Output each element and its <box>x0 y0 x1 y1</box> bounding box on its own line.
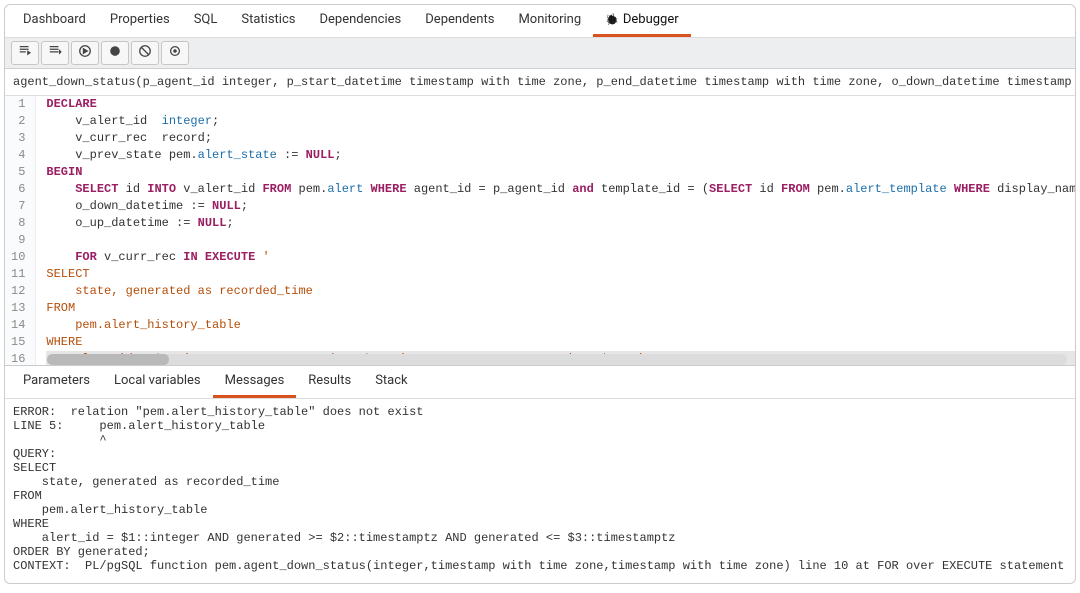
step-into-button[interactable] <box>11 41 39 65</box>
horizontal-scrollbar[interactable] <box>47 354 1067 365</box>
bottom-tab-parameters[interactable]: Parameters <box>11 366 102 398</box>
bottom-tab-stack[interactable]: Stack <box>363 366 419 398</box>
code-line[interactable]: SELECT id INTO v_alert_id FROM pem.alert… <box>46 181 1075 198</box>
line-number[interactable]: 1 <box>11 96 25 113</box>
tab-label: Dependencies <box>319 12 401 27</box>
tab-properties[interactable]: Properties <box>98 5 182 37</box>
clear-breakpoints-button[interactable] <box>131 41 159 65</box>
tab-label: Properties <box>110 12 170 27</box>
tab-dependents[interactable]: Dependents <box>413 5 506 37</box>
line-number[interactable]: 6 <box>11 181 25 198</box>
line-gutter: 12345678910111213141516 <box>5 96 36 365</box>
line-number[interactable]: 7 <box>11 198 25 215</box>
tab-statistics[interactable]: Statistics <box>229 5 307 37</box>
bottom-tab-messages[interactable]: Messages <box>213 366 297 398</box>
step-into-icon <box>18 44 32 62</box>
code-lines: DECLARE v_alert_id integer; v_curr_rec r… <box>36 96 1075 365</box>
line-number[interactable]: 13 <box>11 300 25 317</box>
line-number[interactable]: 10 <box>11 249 25 266</box>
tab-sql[interactable]: SQL <box>182 5 230 37</box>
tab-dashboard[interactable]: Dashboard <box>11 5 98 37</box>
toggle-breakpoint-button[interactable] <box>101 41 129 65</box>
toggle-breakpoint-icon <box>108 44 122 62</box>
debug-toolbar <box>5 38 1075 69</box>
bottom-tab-results[interactable]: Results <box>296 366 363 398</box>
tab-label: Dashboard <box>23 12 86 27</box>
tab-label: Debugger <box>623 12 679 27</box>
line-number[interactable]: 3 <box>11 130 25 147</box>
scrollbar-thumb[interactable] <box>47 354 169 365</box>
code-line[interactable]: DECLARE <box>46 96 1075 113</box>
line-number[interactable]: 11 <box>11 266 25 283</box>
code-line[interactable]: WHERE <box>46 334 1075 351</box>
code-line[interactable]: BEGIN <box>46 164 1075 181</box>
code-line[interactable]: v_curr_rec record; <box>46 130 1075 147</box>
continue-icon <box>78 44 92 62</box>
line-number[interactable]: 5 <box>11 164 25 181</box>
tab-dependencies[interactable]: Dependencies <box>307 5 413 37</box>
tab-label: Monitoring <box>518 12 581 27</box>
stop-icon <box>168 44 182 62</box>
function-signature: agent_down_status(p_agent_id integer, p_… <box>5 69 1075 96</box>
code-line[interactable]: FOR v_curr_rec IN EXECUTE ' <box>46 249 1075 266</box>
line-number[interactable]: 9 <box>11 232 25 249</box>
tab-label: SQL <box>194 12 218 27</box>
tab-label: Statistics <box>241 12 295 27</box>
top-tabs: Dashboard Properties SQL Statistics Dependen… <box>5 5 1075 38</box>
code-line[interactable] <box>46 232 1075 249</box>
tab-label: Dependents <box>425 12 494 27</box>
continue-button[interactable] <box>71 41 99 65</box>
bug-icon: 🐞 <box>605 13 619 26</box>
code-line[interactable]: SELECT <box>46 266 1075 283</box>
bottom-tab-local-variables[interactable]: Local variables <box>102 366 213 398</box>
step-over-icon <box>48 44 62 62</box>
tab-monitoring[interactable]: Monitoring <box>506 5 593 37</box>
line-number[interactable]: 2 <box>11 113 25 130</box>
tab-debugger[interactable]: 🐞 Debugger <box>593 5 691 37</box>
code-line[interactable]: o_up_datetime := NULL; <box>46 215 1075 232</box>
code-line[interactable]: state, generated as recorded_time <box>46 283 1075 300</box>
line-number[interactable]: 15 <box>11 334 25 351</box>
line-number[interactable]: 12 <box>11 283 25 300</box>
messages-panel: ERROR: relation "pem.alert_history_table… <box>5 399 1075 583</box>
code-editor[interactable]: 12345678910111213141516 DECLARE v_alert_… <box>5 96 1075 366</box>
code-line[interactable]: FROM <box>46 300 1075 317</box>
line-number[interactable]: 14 <box>11 317 25 334</box>
code-line[interactable]: v_prev_state pem.alert_state := NULL; <box>46 147 1075 164</box>
line-number[interactable]: 4 <box>11 147 25 164</box>
stop-button[interactable] <box>161 41 189 65</box>
debugger-window: Dashboard Properties SQL Statistics Dependen… <box>4 4 1076 584</box>
clear-breakpoints-icon <box>138 44 152 62</box>
code-line[interactable]: v_alert_id integer; <box>46 113 1075 130</box>
step-over-button[interactable] <box>41 41 69 65</box>
line-number[interactable]: 16 <box>11 351 25 366</box>
code-line[interactable]: pem.alert_history_table <box>46 317 1075 334</box>
line-number[interactable]: 8 <box>11 215 25 232</box>
code-line[interactable]: o_down_datetime := NULL; <box>46 198 1075 215</box>
bottom-tabs: ParametersLocal variablesMessagesResults… <box>5 366 1075 399</box>
